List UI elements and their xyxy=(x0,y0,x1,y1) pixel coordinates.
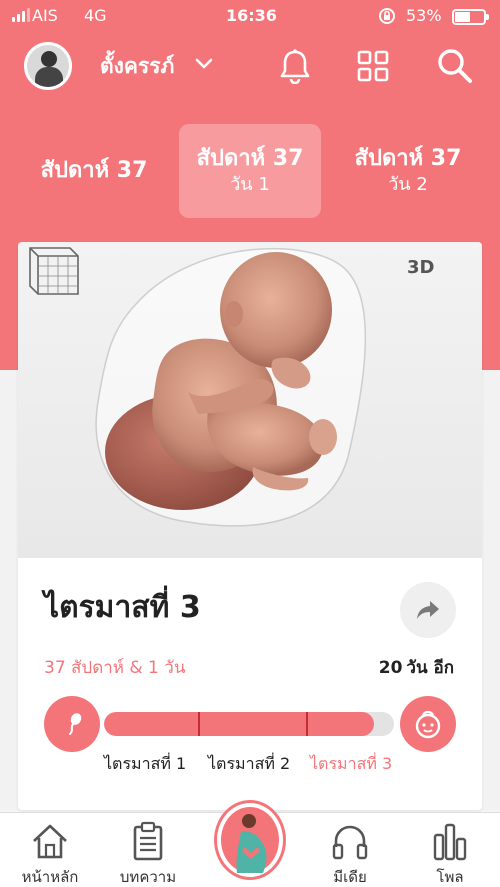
signal-icon xyxy=(12,8,30,22)
sperm-icon xyxy=(69,713,82,735)
grid-icon[interactable] xyxy=(357,50,389,82)
tab-previous-day[interactable]: สัปดาห์ 37 xyxy=(24,124,164,218)
pregnancy-progress-bar xyxy=(104,712,394,736)
home-icon xyxy=(33,824,67,859)
nav-articles[interactable]: บทความ xyxy=(108,813,188,887)
week-card: 3D ไตรมาสที่ 3 37 สัปดาห์ & 1 วัน 20 วัน … xyxy=(18,242,482,810)
status-bar: AIS 4G 16:36 53% xyxy=(0,0,500,34)
weeks-progress-text: 37 สัปดาห์ & 1 วัน xyxy=(44,658,186,678)
nav-media[interactable]: มีเดีย xyxy=(310,813,390,887)
search-icon[interactable] xyxy=(436,47,474,85)
share-button[interactable] xyxy=(400,582,456,638)
trimester-3-label: ไตรมาสที่ 3 xyxy=(310,754,393,773)
3d-badge[interactable]: 3D xyxy=(407,257,434,278)
days-left: 20 วัน อีก xyxy=(379,654,454,681)
tab-day-label: วัน 1 xyxy=(230,174,270,195)
trimester-title: ไตรมาสที่ 3 xyxy=(44,590,201,625)
battery-icon xyxy=(452,9,489,25)
fetus-image[interactable]: 3D xyxy=(18,242,482,558)
nav-home[interactable]: หน้าหลัก xyxy=(10,813,90,887)
battery-percent: 53% xyxy=(406,6,442,25)
trimester-divider xyxy=(198,712,200,736)
tab-day-label: วัน 2 xyxy=(388,174,428,195)
trimester-2-label: ไตรมาสที่ 2 xyxy=(208,754,291,773)
tab-current-day[interactable]: สัปดาห์ 37 วัน 1 xyxy=(179,124,321,218)
3d-cube-icon[interactable] xyxy=(18,242,82,300)
avatar[interactable] xyxy=(24,42,72,90)
tab-next-day[interactable]: สัปดาห์ 37 วัน 2 xyxy=(338,124,478,218)
fetus-illustration xyxy=(95,247,367,527)
tab-week-label: สัปดาห์ 37 xyxy=(354,146,462,171)
network-label: 4G xyxy=(84,6,107,25)
headphones-icon xyxy=(332,825,368,860)
bell-icon[interactable] xyxy=(278,48,312,84)
nav-pregnancy-center[interactable] xyxy=(214,800,286,880)
nav-home-label: หน้าหลัก xyxy=(21,868,79,886)
trimester-divider xyxy=(306,712,308,736)
carrier-label: AIS xyxy=(32,6,58,25)
tab-week-label: สัปดาห์ 37 xyxy=(40,158,148,183)
trimester-1-label: ไตรมาสที่ 1 xyxy=(104,754,187,773)
pregnant-woman-icon xyxy=(221,807,279,873)
chevron-down-icon[interactable] xyxy=(194,56,214,72)
tab-week-label: สัปดาห์ 37 xyxy=(196,146,304,171)
birth-button[interactable] xyxy=(400,696,456,752)
clipboard-icon xyxy=(133,821,163,861)
nav-polls-label: โพล xyxy=(436,868,464,886)
nav-media-label: มีเดีย xyxy=(333,868,367,886)
clock: 16:36 xyxy=(226,6,277,25)
rotation-lock-icon xyxy=(378,7,396,29)
nav-articles-label: บทความ xyxy=(119,868,177,886)
profile-name[interactable]: ตั้งครรภ์ xyxy=(100,50,174,83)
days-left-number: 20 xyxy=(378,658,403,678)
share-arrow-icon xyxy=(417,601,439,619)
days-left-text: วัน อีก xyxy=(406,658,454,678)
nav-polls[interactable]: โพล xyxy=(410,813,490,887)
progress-fill xyxy=(104,712,374,736)
baby-face-icon xyxy=(415,710,441,739)
conception-button[interactable] xyxy=(44,696,100,752)
bar-chart-icon xyxy=(433,823,467,861)
